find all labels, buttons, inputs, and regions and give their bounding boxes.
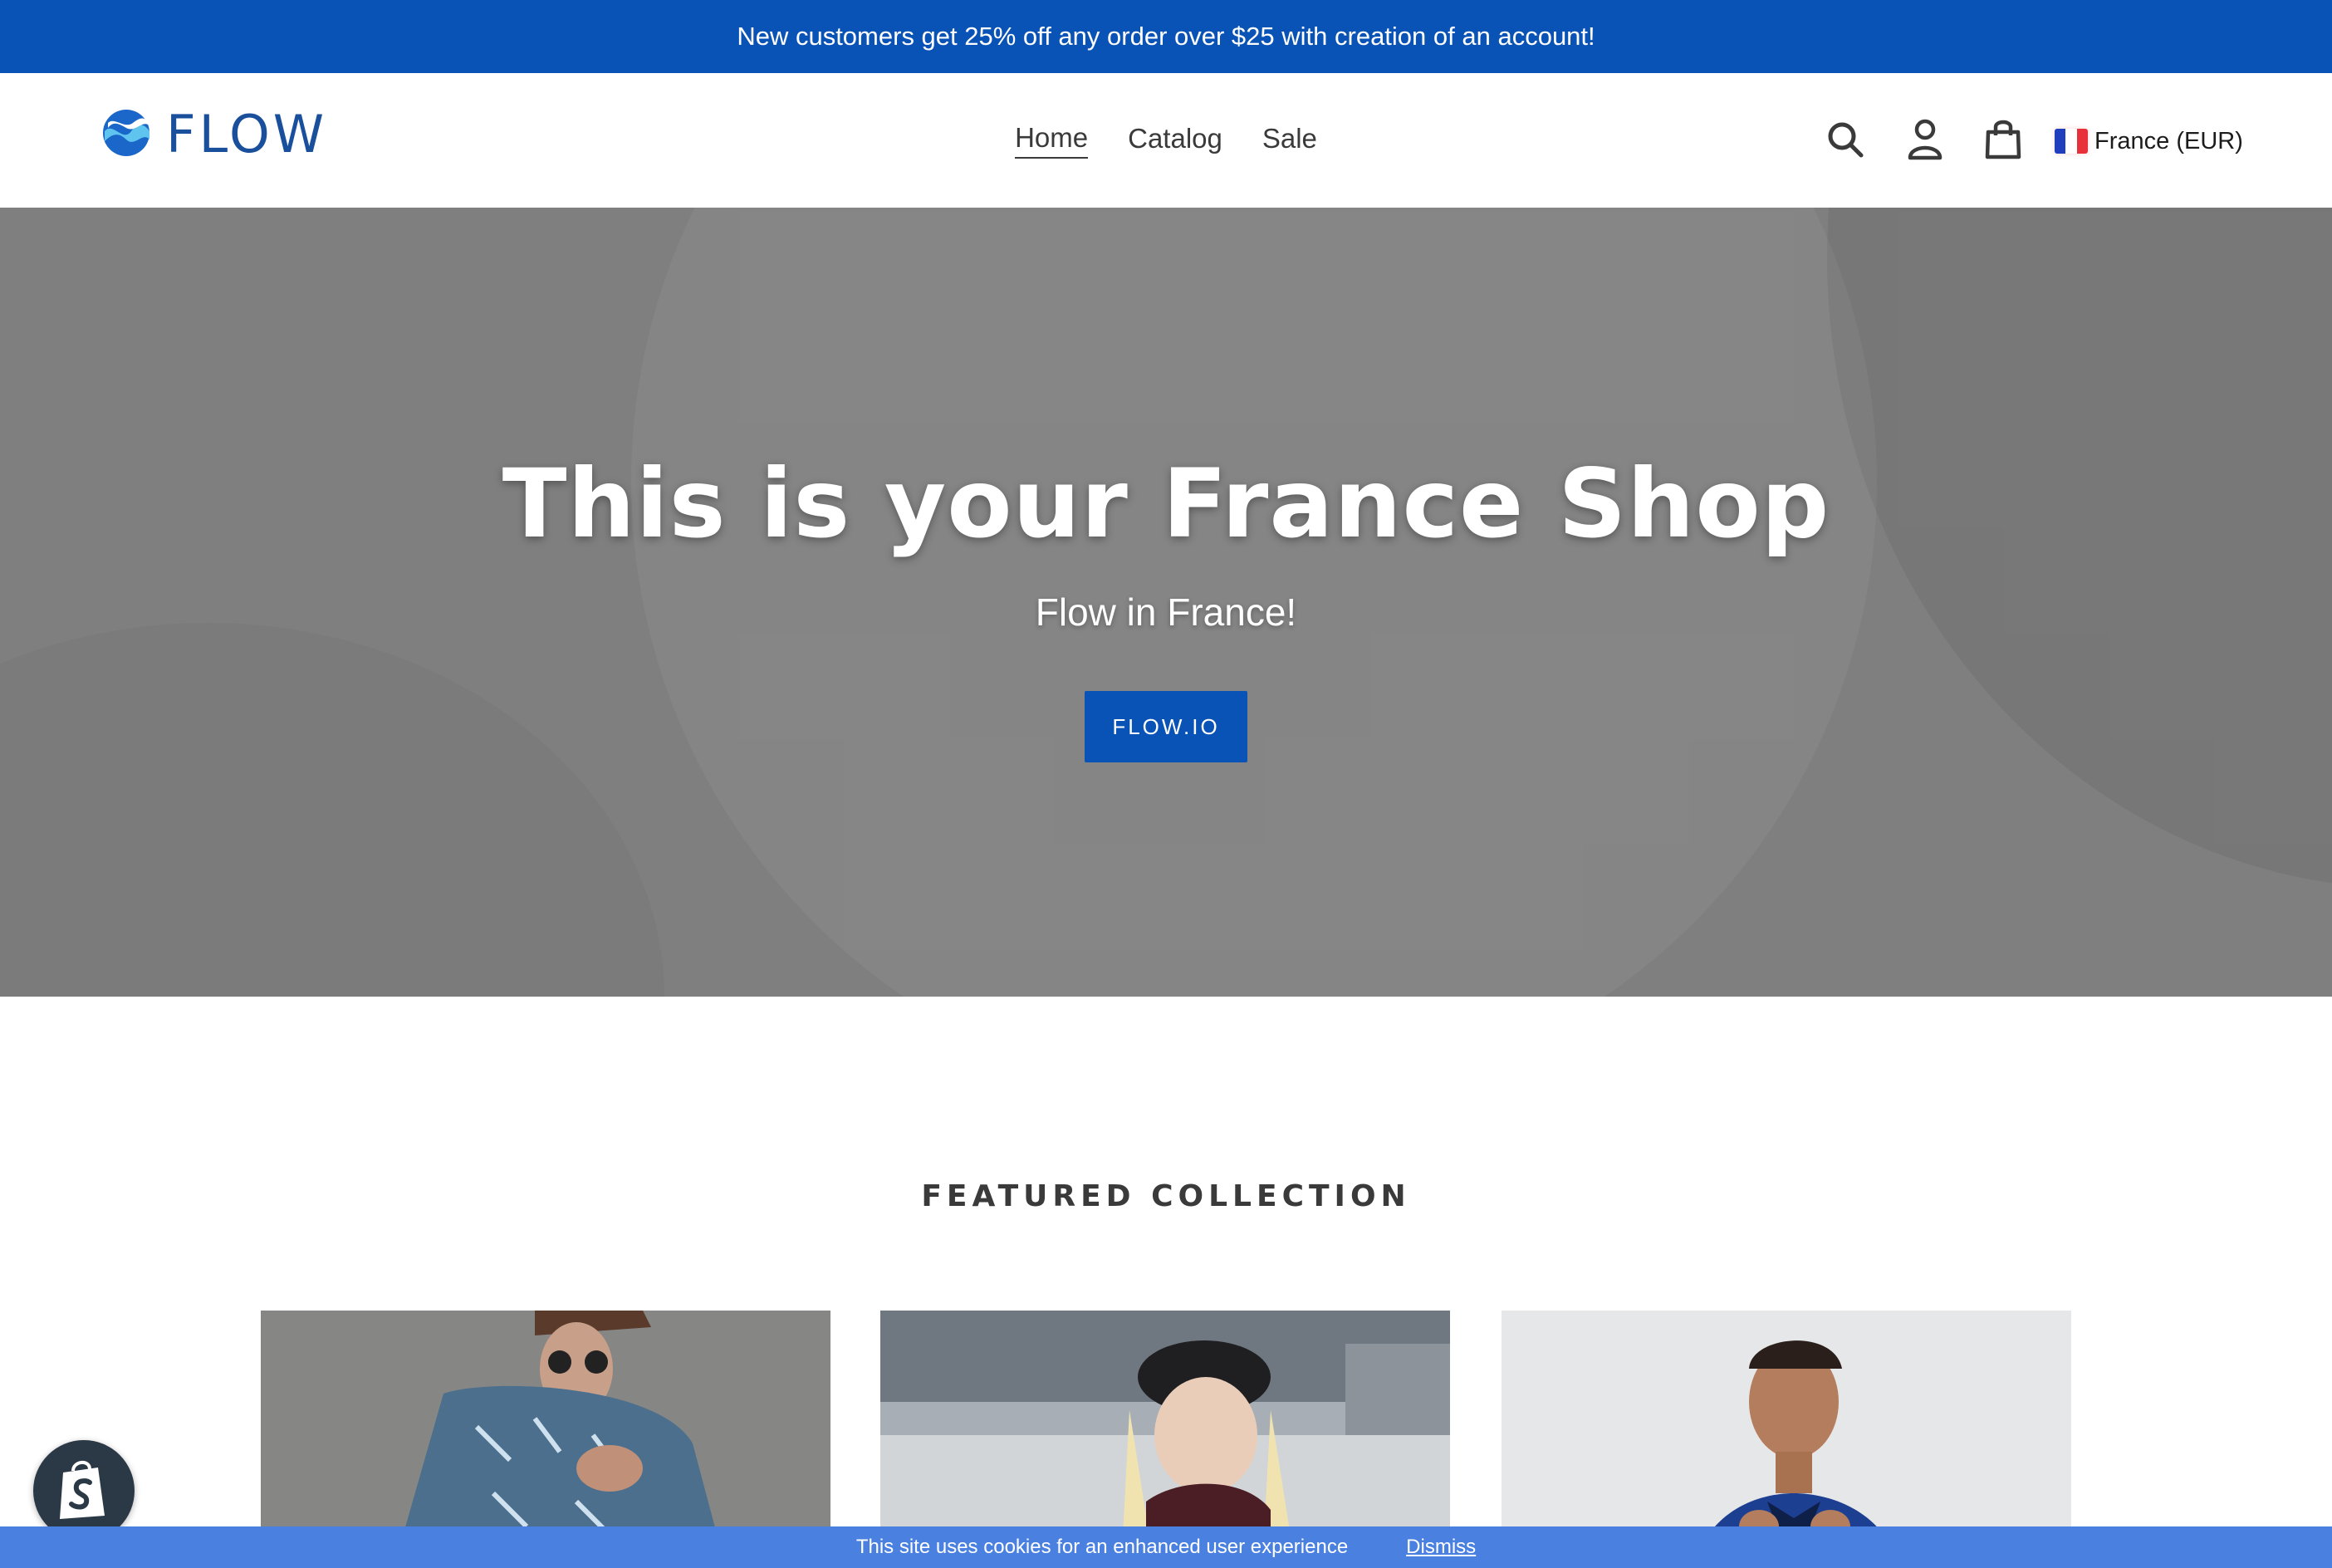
logo-text: FLOW [166,104,328,164]
announcement-bar: New customers get 25% off any order over… [0,0,2332,73]
nav-item-catalog[interactable]: Catalog [1128,123,1222,158]
featured-collection-title: FEATURED COLLECTION [921,1179,1411,1213]
account-icon [1907,118,1943,165]
account-button[interactable] [1900,116,1950,166]
france-flag-icon [2055,129,2088,154]
hero-title: This is your France Shop [502,448,1830,559]
hero-subtitle: Flow in France! [1035,590,1297,634]
cart-icon [1984,119,2022,164]
flow-logo-icon [101,106,151,164]
cart-button[interactable] [1978,116,2028,166]
site-header: FLOW Home Catalog Sale France (EUR) [0,73,2332,208]
announcement-text: New customers get 25% off any order over… [737,22,1595,51]
country-label: France (EUR) [2094,127,2243,154]
shopify-bag-icon [56,1458,111,1525]
country-selector[interactable]: France (EUR) [2055,125,2243,158]
search-button[interactable] [1820,116,1870,166]
hero-content: This is your France Shop Flow in France!… [0,208,2332,997]
hero-banner: This is your France Shop Flow in France!… [0,208,2332,997]
cookie-dismiss-link[interactable]: Dismiss [1406,1536,1476,1559]
nav-item-sale[interactable]: Sale [1262,123,1317,158]
cookie-message: This site uses cookies for an enhanced u… [855,1536,1349,1558]
hero-cta-button[interactable]: FLOW.IO [1085,691,1247,762]
search-icon [1826,120,1864,163]
cookie-banner: This site uses cookies for an enhanced u… [0,1526,2332,1568]
nav-item-home[interactable]: Home [1015,122,1089,159]
logo[interactable]: FLOW [101,105,327,164]
